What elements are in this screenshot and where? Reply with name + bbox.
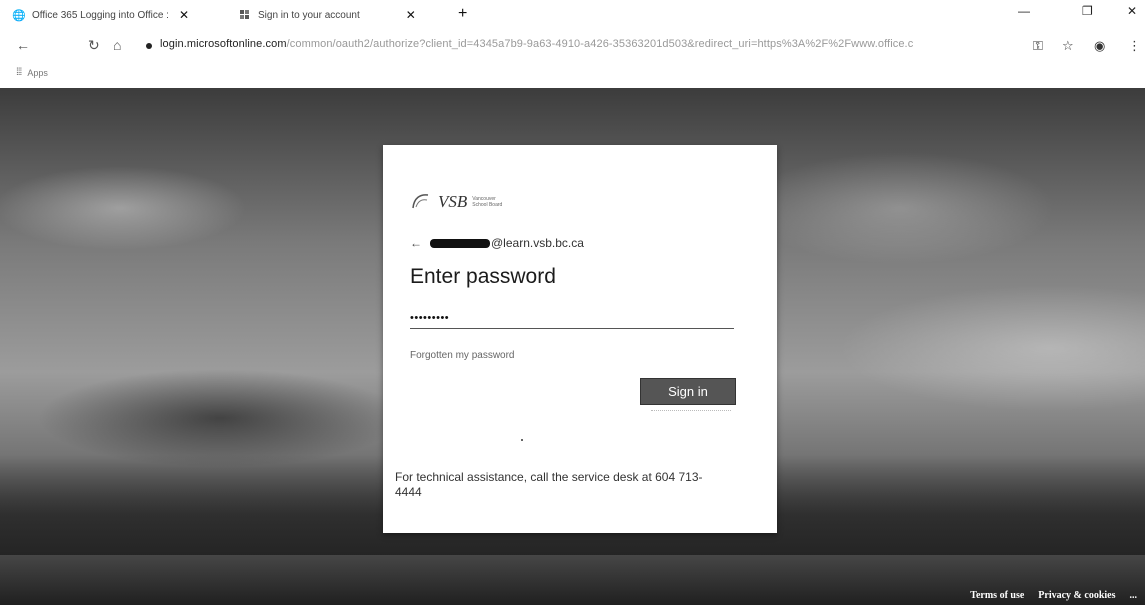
- new-tab-icon[interactable]: +: [458, 5, 467, 23]
- restore-icon[interactable]: ❐: [1082, 4, 1093, 18]
- privacy-link[interactable]: Privacy & cookies: [1038, 590, 1115, 601]
- bookmarks-bar: ⁞⁞⁞ Apps: [0, 60, 1145, 88]
- decorative-dot: [521, 439, 523, 441]
- url-path: /common/oauth2/authorize?client_id=4345a…: [286, 38, 914, 50]
- lock-icon: [146, 43, 152, 49]
- apps-shortcut[interactable]: ⁞⁞⁞ Apps: [16, 67, 48, 78]
- divider: [651, 410, 731, 413]
- help-text: For technical assistance, call the servi…: [395, 470, 703, 499]
- page-title: Enter password: [410, 265, 556, 288]
- menu-icon[interactable]: ⋮: [1128, 38, 1141, 54]
- login-card: VSB Vancouver School Board ← @learn.vsb.…: [383, 145, 777, 533]
- url-host: login.microsoftonline.com: [160, 38, 287, 50]
- apps-grid-icon: ⁞⁞⁞: [16, 67, 22, 78]
- apps-label: Apps: [27, 67, 48, 78]
- terms-link[interactable]: Terms of use: [970, 590, 1024, 601]
- back-icon[interactable]: ←: [16, 37, 30, 53]
- key-icon[interactable]: ⚿: [1033, 38, 1043, 54]
- tab-title: Office 365 Logging into Office :: [32, 9, 169, 21]
- vsb-emblem-icon: [412, 194, 429, 209]
- redacted-username: [430, 238, 490, 248]
- profile-icon[interactable]: ◉: [1094, 38, 1105, 54]
- reload-icon[interactable]: ↻: [88, 37, 100, 54]
- address-row: ← ↻ ⌂ login.microsoftonline.com/common/o…: [0, 32, 1145, 60]
- home-icon[interactable]: ⌂: [113, 37, 121, 53]
- vsb-logo-text: VSB: [438, 192, 468, 211]
- tab-sign-in[interactable]: Sign in to your account ✕: [238, 4, 438, 26]
- forgot-password-link[interactable]: Forgotten my password: [410, 350, 515, 361]
- tab-office365-logging[interactable]: 🌐 Office 365 Logging into Office : ✕: [12, 4, 222, 26]
- tab-title: Sign in to your account: [258, 9, 360, 21]
- vsb-logo: VSB Vancouver School Board: [410, 191, 506, 213]
- close-tab-icon[interactable]: ✕: [406, 8, 416, 22]
- minimize-icon[interactable]: —: [1018, 4, 1030, 18]
- more-options-link[interactable]: ...: [1130, 590, 1138, 601]
- url-bar[interactable]: login.microsoftonline.com/common/oauth2/…: [160, 38, 1020, 50]
- star-icon[interactable]: ☆: [1062, 38, 1074, 54]
- globe-icon: 🌐: [12, 9, 26, 22]
- sign-in-button[interactable]: Sign in: [640, 378, 736, 405]
- close-window-icon[interactable]: ✕: [1127, 4, 1137, 18]
- password-field[interactable]: [410, 308, 734, 329]
- close-tab-icon[interactable]: ✕: [179, 8, 189, 22]
- account-identity: ← @learn.vsb.bc.ca: [410, 236, 584, 250]
- footer-links: Terms of use Privacy & cookies ...: [970, 590, 1137, 601]
- tab-strip: 🌐 Office 365 Logging into Office : ✕ Sig…: [0, 0, 1145, 32]
- email-suffix: @learn.vsb.bc.ca: [491, 236, 584, 250]
- vsb-logo-subtitle: Vancouver School Board: [472, 196, 503, 208]
- back-arrow-icon[interactable]: ←: [410, 236, 422, 250]
- microsoft-logo-icon: [238, 8, 252, 22]
